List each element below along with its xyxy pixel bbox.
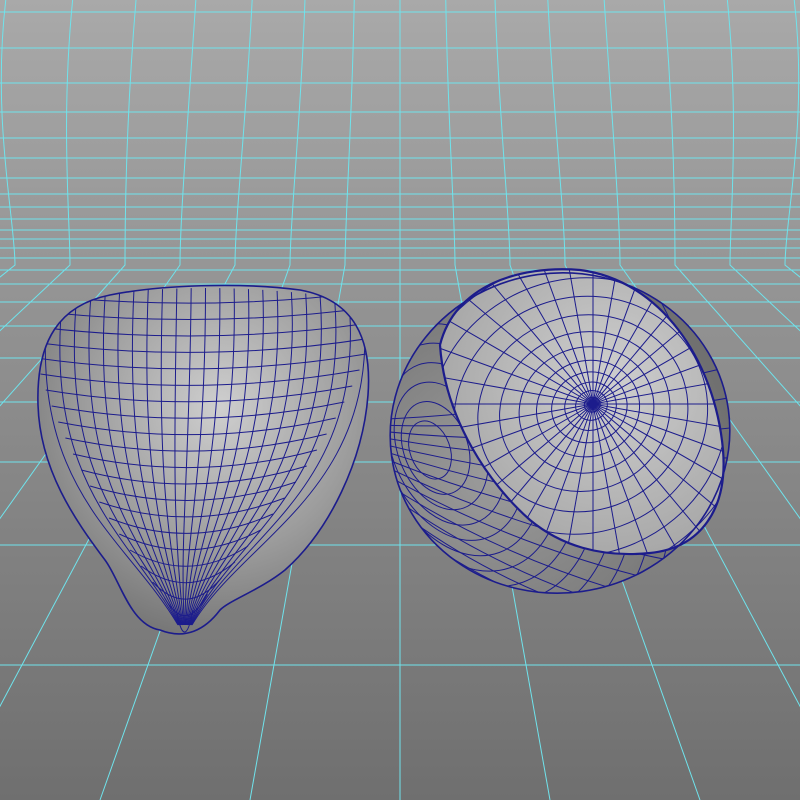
3d-viewport[interactable] <box>0 0 800 800</box>
viewport-canvas[interactable] <box>0 0 800 800</box>
fruit-half-cut-core <box>589 400 597 408</box>
